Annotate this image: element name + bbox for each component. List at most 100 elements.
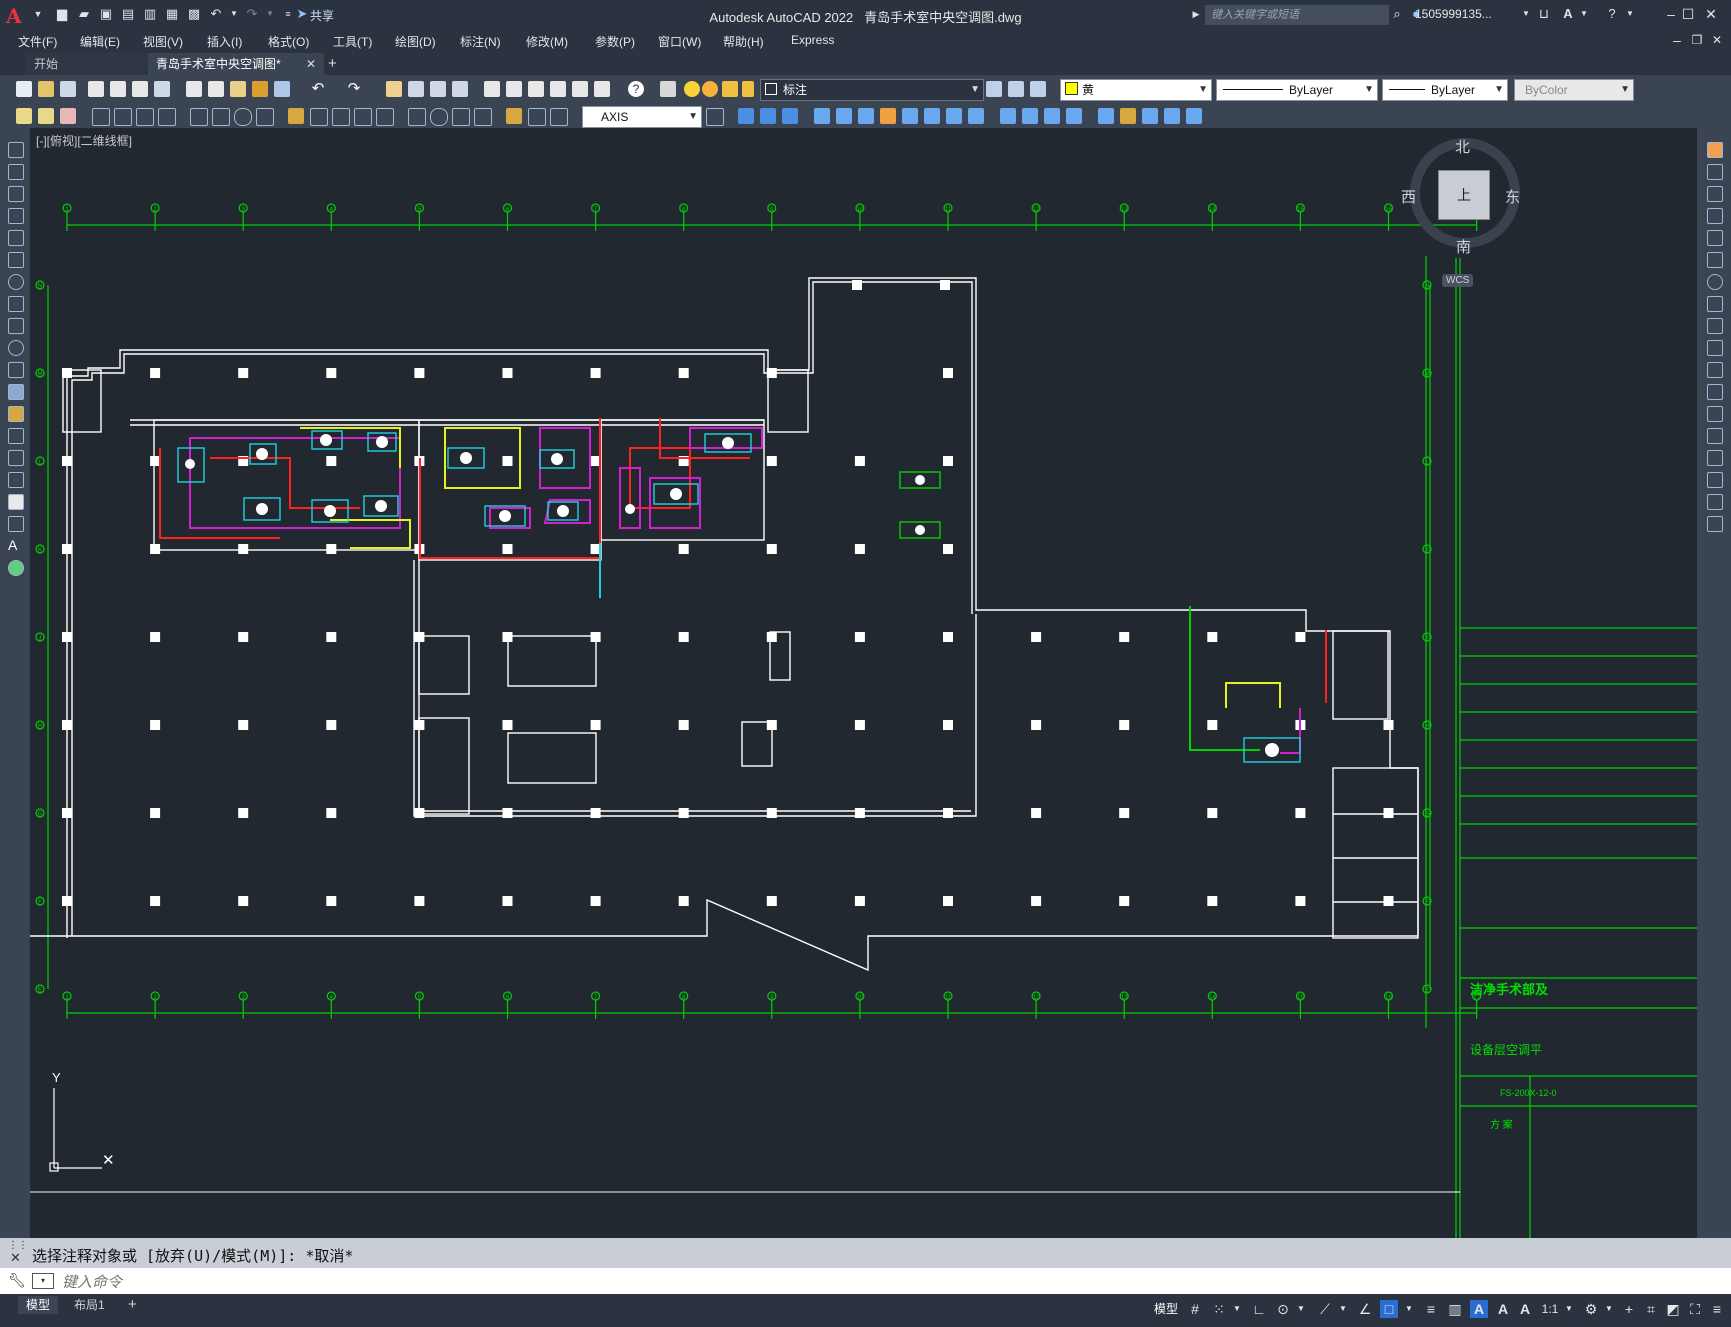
sweep-icon[interactable] [1142,108,1158,124]
annotation-visibility-icon[interactable]: A [1470,1300,1488,1318]
menu-tools[interactable]: 工具(T) [333,33,372,50]
cart-icon[interactable]: ⊔ [1536,6,1552,22]
region-icon[interactable] [8,494,24,510]
multiline-text-icon[interactable]: A [8,538,22,552]
revision-cloud-icon[interactable] [8,296,24,312]
menu-help[interactable]: 帮助(H) [723,33,764,50]
inspection-icon[interactable] [452,108,470,126]
menu-window[interactable]: 窗口(W) [658,33,701,50]
help-dropdown-icon[interactable]: ▼ [1622,6,1638,22]
annotation-scale-icon[interactable]: A [1516,1300,1534,1318]
solid-box-icon[interactable] [1000,108,1016,124]
view-top-icon[interactable] [738,108,754,124]
new-icon[interactable] [16,81,32,97]
isolate-objects-icon[interactable]: ◩ [1664,1300,1682,1318]
jogged-dim-icon[interactable] [212,108,230,126]
tab-close-icon[interactable]: ✕ [306,53,316,75]
copy-object-icon[interactable] [1707,164,1723,180]
erase-icon[interactable] [1707,142,1723,158]
doc-restore-button[interactable]: ❐ [1686,30,1708,50]
viewcube-top-face[interactable]: 上 [1438,170,1490,220]
menu-edit[interactable]: 编辑(E) [80,33,120,50]
linetype-dropdown[interactable]: ByLayer ▼ [1216,79,1378,101]
menu-view[interactable]: 视图(V) [143,33,183,50]
new-tab-button[interactable]: + [320,53,345,75]
layer-state-icon[interactable] [1030,81,1046,97]
clean-screen-icon[interactable]: ⛶ [1686,1300,1704,1318]
wcs-menu[interactable]: WCS [1442,274,1474,287]
compass-east[interactable]: 东 [1505,186,1520,207]
dimstyle-dropdown[interactable]: AXIS ▼ [582,106,702,128]
workspace-gear-icon[interactable]: ⚙ [1582,1300,1600,1318]
object-snap-tracking-icon[interactable]: ∠ [1356,1300,1374,1318]
annotation-monitor-icon[interactable]: + [1620,1300,1638,1318]
polar-dropdown-icon[interactable]: ▼ [1292,1300,1310,1318]
menu-modify[interactable]: 修改(M) [526,33,568,50]
menu-express[interactable]: Express [791,33,834,47]
polygon-icon[interactable] [8,208,24,224]
dim-edit-icon[interactable] [506,108,522,124]
help-icon[interactable]: ? [1604,6,1620,22]
ellipse-icon[interactable] [8,340,24,356]
ucs-object-icon[interactable] [902,108,918,124]
dim-text-edit-icon[interactable] [528,108,546,126]
menu-file[interactable]: 文件(F) [18,33,57,50]
extend-icon[interactable] [1707,362,1723,378]
ucs-origin-icon[interactable] [946,108,962,124]
arc-length-icon[interactable] [136,108,154,126]
ucs-icon[interactable] [814,108,830,124]
object-snap-dropdown-icon[interactable]: ▼ [1400,1300,1418,1318]
lineweight-dropdown[interactable]: ByLayer ▼ [1382,79,1508,101]
ucs-zaxis-icon[interactable] [968,108,984,124]
insert-block-icon[interactable] [8,384,24,400]
rotate-icon[interactable] [1707,274,1723,290]
presspull-icon[interactable] [1186,108,1202,124]
help-icon[interactable]: ? [628,81,644,97]
ucs-face-icon[interactable] [880,108,896,124]
gradient-icon[interactable] [8,472,24,488]
markup-icon[interactable] [572,81,588,97]
autodesk-app-icon[interactable]: A [1560,6,1576,22]
transparency-icon[interactable]: ▥ [1446,1300,1464,1318]
redo-icon[interactable]: ↷ [346,81,362,97]
chamfer-icon[interactable] [1707,450,1723,466]
rectangle-icon[interactable] [8,230,24,246]
command-input[interactable] [60,1271,1714,1293]
paste-icon[interactable] [230,81,246,97]
menu-dimension[interactable]: 标注(N) [460,33,501,50]
properties-icon[interactable] [484,81,500,97]
block-editor-icon[interactable] [274,81,290,97]
attribute-icon[interactable] [16,108,32,124]
model-space-button[interactable]: 模型 [1146,1300,1186,1318]
user-account[interactable]: 1505999135... [1415,7,1492,21]
search-icon[interactable]: ⌕ [1389,6,1405,22]
save-icon[interactable] [60,81,76,97]
compass-north[interactable]: 北 [1455,136,1470,157]
customization-icon[interactable]: ≡ [1708,1300,1726,1318]
lineweight-toggle-icon[interactable]: ≡ [1422,1300,1440,1318]
recent-commands-icon[interactable]: ▾ [32,1273,54,1289]
ortho-icon[interactable]: ∟ [1250,1300,1268,1318]
dim-update-icon[interactable] [550,108,568,126]
compass-west[interactable]: 西 [1401,186,1416,207]
drawing-canvas[interactable]: [-][俯视][二维线框] 1 1 2 2 3 3 4 4 5 5 6 6 7 7 8 8 9 9 10 10 11 11… [30,128,1697,1238]
snap-dropdown-icon[interactable]: ▼ [1228,1300,1246,1318]
make-block-icon[interactable] [8,406,24,422]
menu-parametric[interactable]: 参数(P) [595,33,635,50]
copy-icon[interactable] [208,81,224,97]
customize-icon[interactable]: 🔧︎ [8,1272,26,1289]
zoom-previous-icon[interactable] [452,81,468,97]
make-layer-current-icon[interactable] [986,81,1002,97]
angular-dim-icon[interactable] [256,108,274,126]
dimstyle-manager-icon[interactable] [706,108,724,126]
scale-dropdown-icon[interactable]: ▼ [1560,1300,1578,1318]
quick-dim-icon[interactable] [288,108,304,124]
doc-minimize-button[interactable]: – [1666,30,1688,50]
array-icon[interactable] [1707,230,1723,246]
layout-tab-model[interactable]: 模型 [18,1296,59,1314]
menu-draw[interactable]: 绘图(D) [395,33,436,50]
polar-icon[interactable]: ⊙ [1274,1300,1292,1318]
move-icon[interactable] [1707,252,1723,268]
grid-icon[interactable]: # [1186,1300,1204,1318]
extrude-icon[interactable] [1098,108,1114,124]
